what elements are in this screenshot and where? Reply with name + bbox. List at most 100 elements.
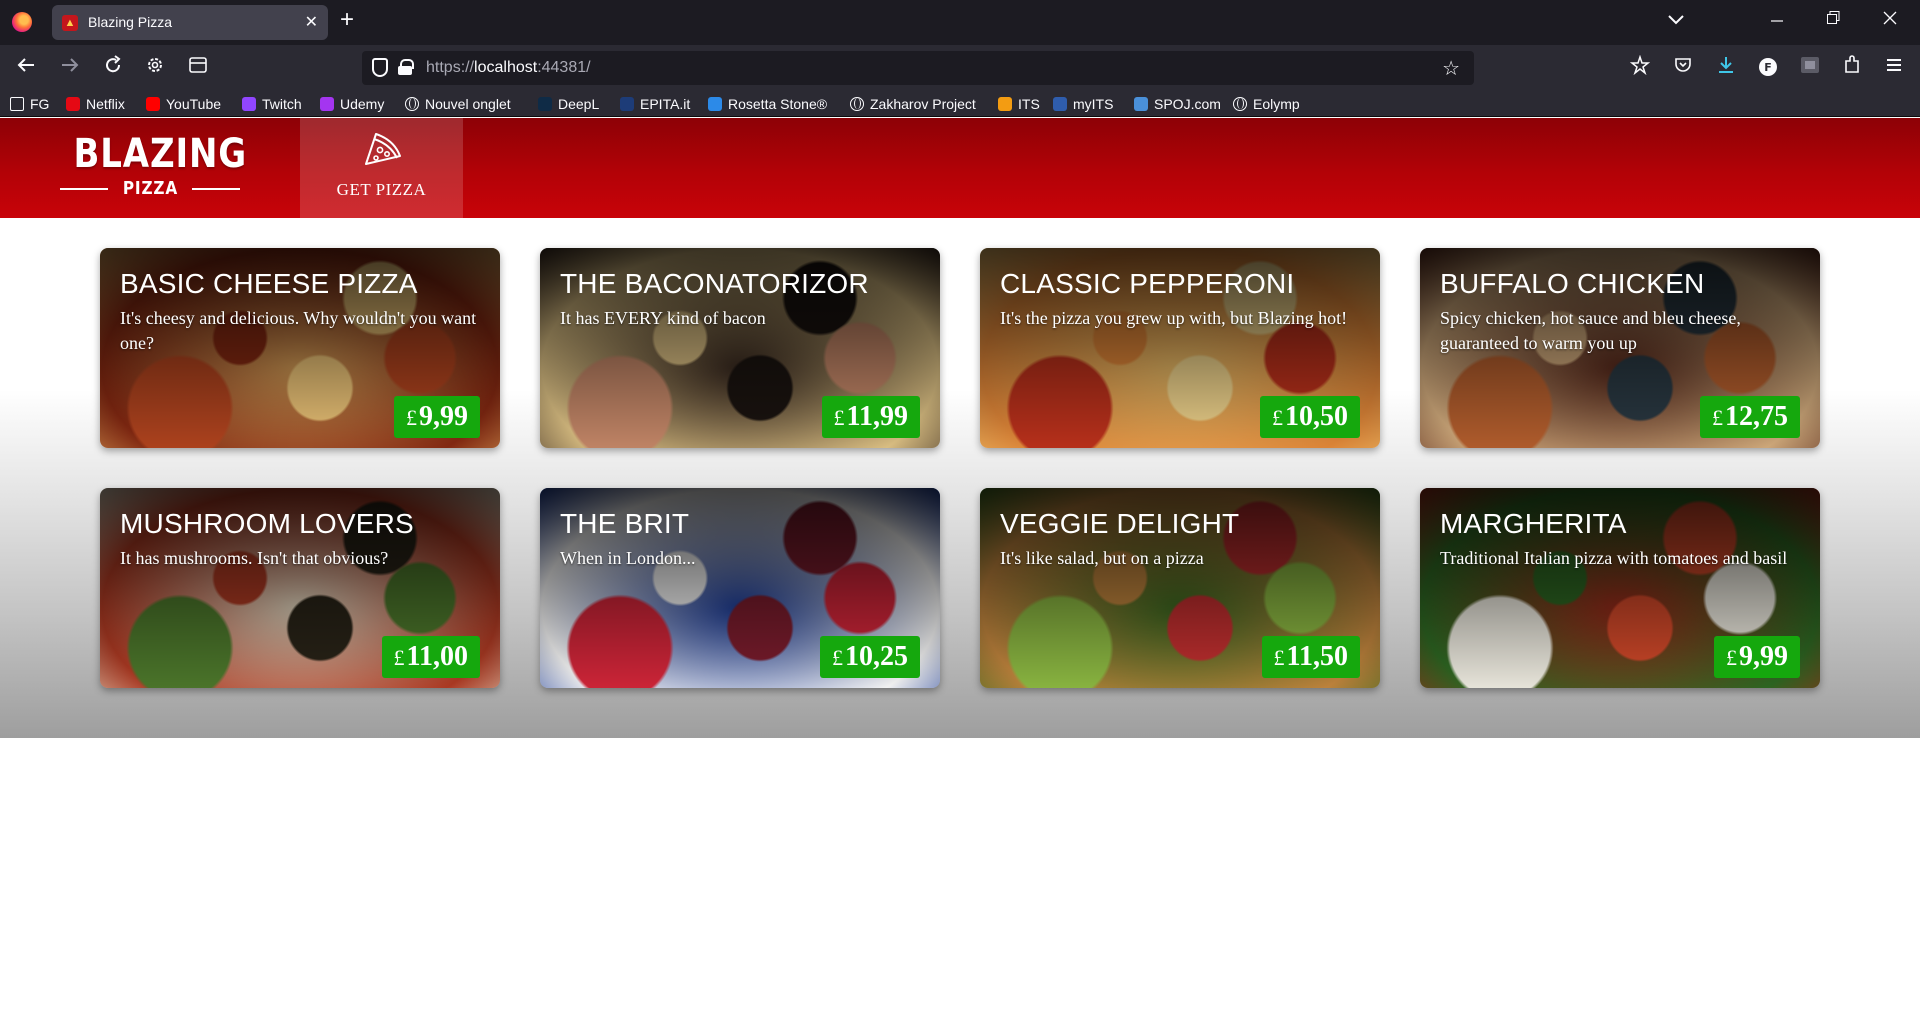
account-avatar-icon[interactable]: F [1758,57,1778,83]
bookmark-item[interactable]: DeepL [538,95,599,113]
bookmark-item[interactable]: Eolymp [1233,95,1300,113]
pizza-title: Basic Cheese Pizza [120,268,418,299]
bookmark-item[interactable]: EPITA.it [620,95,690,113]
bookmark-item[interactable]: Zakharov Project [850,95,976,113]
bookmark-item[interactable]: Nouvel onglet [405,95,511,113]
youtube-icon [146,97,160,111]
bookmark-item[interactable]: ITS [998,95,1040,113]
extensions-puzzle-icon[interactable] [1842,55,1862,81]
rosetta-icon [708,97,722,111]
pizza-title: The Brit [560,508,690,539]
pizza-card[interactable]: The Brit When in London... £10,25 [540,488,940,688]
its-icon [998,97,1012,111]
deepl-icon [538,97,552,111]
bookmark-label: Zakharov Project [870,96,976,112]
browser-navigation-bar: https://localhost:44381/ ☆ F [0,45,1920,90]
pizza-description: Traditional Italian pizza with tomatoes … [1440,548,1788,568]
nav-get-pizza[interactable]: GET PIZZA [300,118,463,218]
close-window-icon[interactable] [1882,8,1898,33]
pizza-description: It has EVERY kind of bacon [560,308,766,328]
pizza-title: Veggie Delight [1000,508,1240,539]
extension-square-icon[interactable] [1800,55,1820,81]
currency-symbol: £ [1273,645,1285,670]
bookmark-item[interactable]: Netflix [66,95,125,113]
logo-divider-left [60,187,108,190]
pocket-icon[interactable] [1673,55,1693,81]
forward-arrow-icon[interactable] [60,55,80,81]
bookmark-label: Eolymp [1253,96,1300,112]
pizza-price-badge: £11,99 [821,396,920,438]
pizza-title: Mushroom Lovers [120,508,414,539]
bookmark-item[interactable]: Udemy [320,95,384,113]
pizza-description: It has mushrooms. Isn't that obvious? [120,548,389,568]
pizza-slice-icon: ▲ [62,15,78,31]
pizza-price-badge: £11,50 [1261,636,1360,678]
tab-title: Blazing Pizza [88,14,173,30]
globe-icon [1233,97,1247,111]
reload-icon[interactable] [103,55,123,81]
restore-icon[interactable] [1826,8,1840,33]
spoj-icon [1134,97,1148,111]
currency-symbol: £ [393,645,405,670]
pizza-description: It's like salad, but on a pizza [1000,548,1204,568]
bookmark-item[interactable]: Rosetta Stone® [708,95,827,113]
price-amount: 12,75 [1725,401,1788,432]
bookmark-item[interactable]: SPOJ.com [1134,95,1221,113]
pizza-description: Spicy chicken, hot sauce and bleu cheese… [1440,308,1741,353]
browser-tab-strip: ▲ Blazing Pizza ✕ + [0,0,1920,45]
bookmark-label: ITS [1018,96,1040,112]
pizza-card[interactable]: Buffalo chicken Spicy chicken, hot sauce … [1420,248,1820,448]
url-bar[interactable]: https://localhost:44381/ ☆ [362,51,1474,85]
logo-divider-right [192,187,240,190]
bookmark-item[interactable]: YouTube [146,95,221,113]
pizza-card[interactable]: Veggie Delight It's like salad, but on a … [980,488,1380,688]
bookmark-item[interactable]: myITS [1053,95,1113,113]
pizza-price-badge: £11,00 [381,636,480,678]
bookmark-item[interactable]: Twitch [242,95,302,113]
bookmark-label: YouTube [166,96,222,112]
price-amount: 11,00 [406,641,468,672]
pocket-list-icon[interactable] [1629,54,1651,81]
new-tab-plus-icon[interactable]: + [340,8,354,32]
url-text[interactable]: https://localhost:44381/ [426,59,591,77]
minimize-icon[interactable] [1770,8,1784,33]
close-tab-icon[interactable]: ✕ [305,12,318,32]
bookmark-item[interactable]: FG [10,95,49,113]
gear-icon[interactable] [145,55,165,81]
bookmark-label: Nouvel onglet [425,96,511,112]
chevron-down-icon[interactable] [1668,12,1684,28]
lock-icon[interactable] [398,59,414,75]
tracking-shield-icon[interactable] [372,58,388,77]
currency-symbol: £ [1726,645,1737,670]
pizza-description: When in London... [560,548,696,568]
pizza-card[interactable]: Margherita Traditional Italian pizza with… [1420,488,1820,688]
bookmark-label: myITS [1073,96,1114,112]
pizza-card[interactable]: The Baconatorizor It has EVERY kind of ba… [540,248,940,448]
price-amount: 10,50 [1285,401,1348,432]
udemy-icon [320,97,334,111]
pizza-description: It's the pizza you grew up with, but Bla… [1000,308,1348,328]
currency-symbol: £ [832,645,843,670]
currency-symbol: £ [1272,405,1283,430]
browser-tab-active[interactable]: ▲ Blazing Pizza ✕ [52,5,328,40]
price-amount: 9,99 [1739,641,1788,672]
firefox-logo-icon[interactable] [12,12,32,32]
blazing-pizza-logo[interactable]: BLAZING PIZZA [60,132,246,202]
pizza-card[interactable]: Basic Cheese Pizza It's cheesy and delici… [100,248,500,448]
bookmark-label: Udemy [340,96,385,112]
currency-symbol: £ [1712,405,1723,430]
price-amount: 10,25 [845,641,908,672]
site-header: BLAZING PIZZA GET PIZZA [0,118,1920,218]
download-icon[interactable] [1716,55,1736,81]
sidebar-panel-icon[interactable] [188,55,208,81]
back-arrow-icon[interactable] [16,55,36,81]
hamburger-menu-icon[interactable] [1884,55,1904,81]
bookmark-label: Rosetta Stone® [728,96,828,112]
pizza-price-badge: £12,75 [1700,396,1800,438]
bookmark-star-icon[interactable]: ☆ [1442,56,1460,81]
pizza-price-badge: £10,50 [1260,396,1360,438]
pizza-card[interactable]: Classic pepperoni It's the pizza you grew… [980,248,1380,448]
globe-icon [850,97,864,111]
pizza-title: Margherita [1440,508,1627,539]
pizza-card[interactable]: Mushroom Lovers It has mushrooms. Isn't t… [100,488,500,688]
